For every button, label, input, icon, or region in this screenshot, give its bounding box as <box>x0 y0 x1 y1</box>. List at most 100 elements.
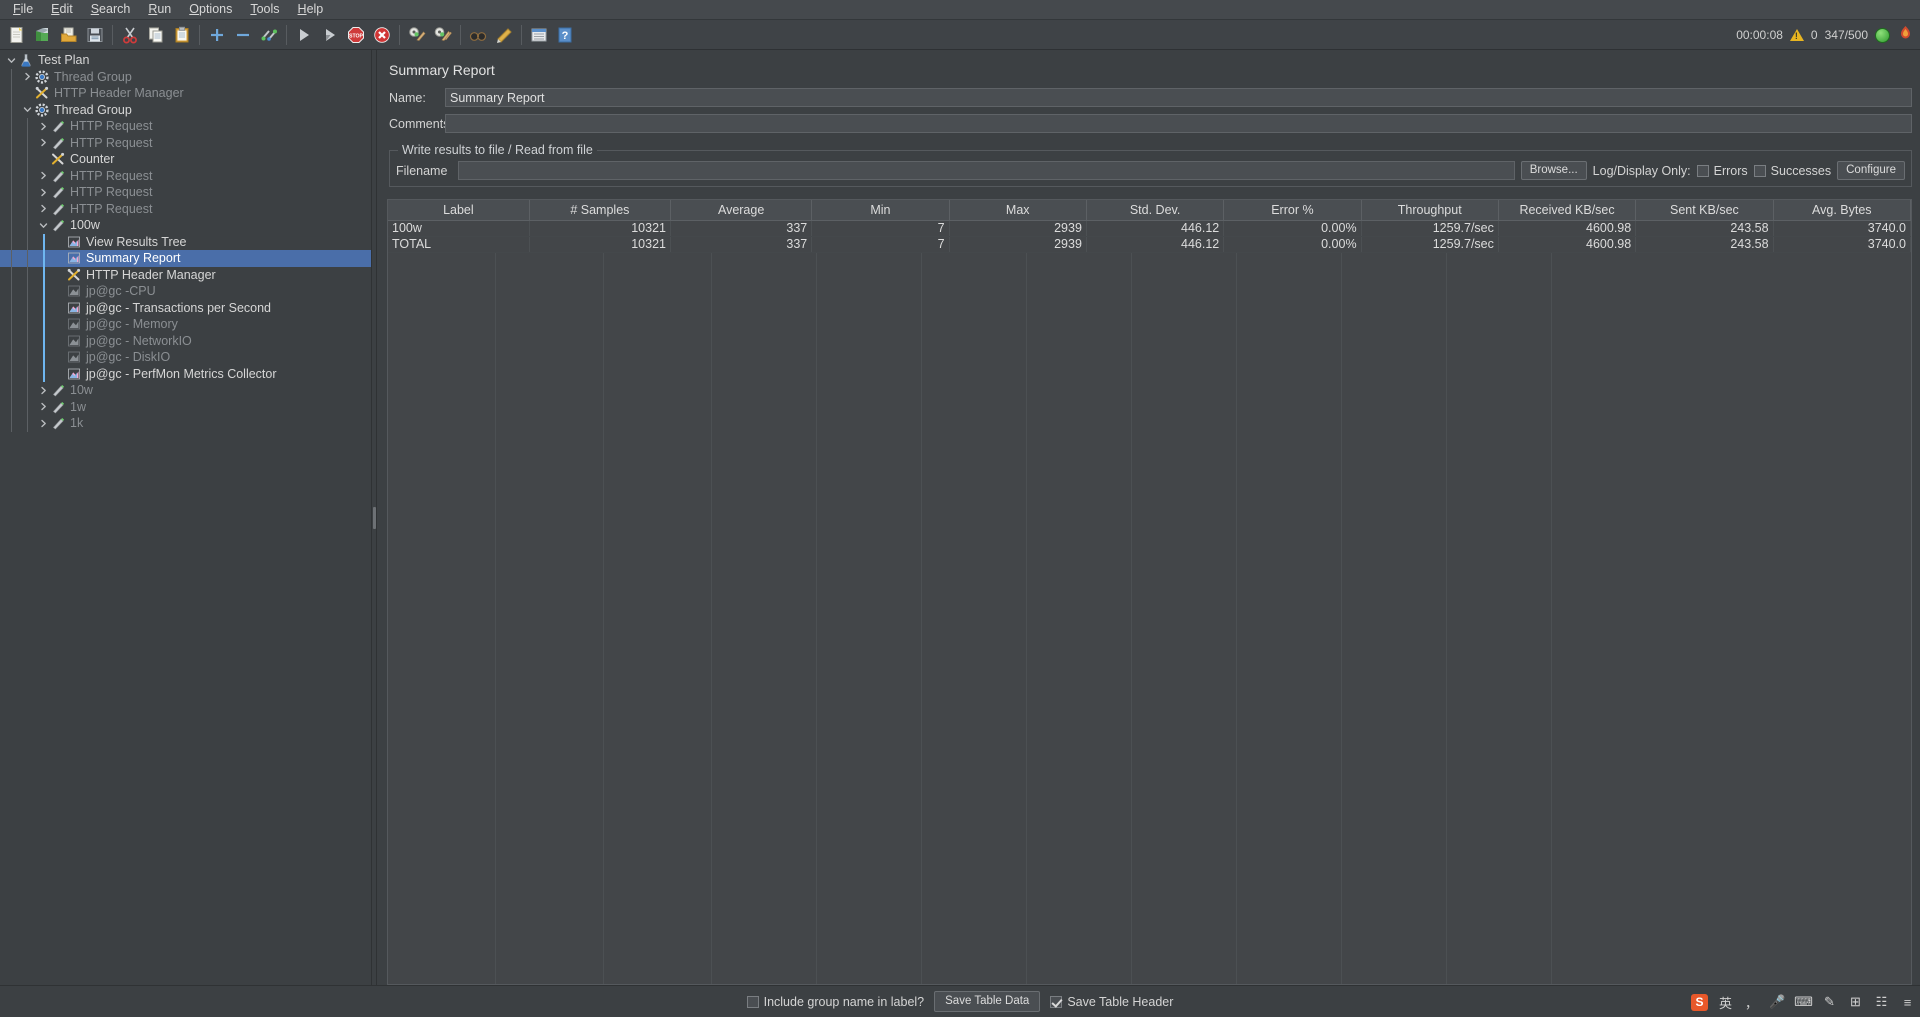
chevron-right-icon[interactable] <box>36 202 50 216</box>
copy-icon[interactable] <box>143 22 169 48</box>
tree-node-1w[interactable]: 1w <box>0 399 371 416</box>
summary-table[interactable]: Label # Samples Average Min Max Std. Dev. Erro… <box>388 200 1911 253</box>
column-header-avg-bytes[interactable]: Avg. Bytes <box>1773 200 1911 221</box>
menu-item-help[interactable]: Help <box>289 0 333 19</box>
table-cell[interactable]: 1259.7/sec <box>1361 236 1499 253</box>
new-icon[interactable] <box>4 22 30 48</box>
test-plan-tree[interactable]: Test Plan Thread Group HTTP Header Manager… <box>0 50 372 985</box>
table-cell[interactable]: 2939 <box>949 220 1087 237</box>
table-cell[interactable]: TOTAL <box>388 236 530 253</box>
tree-node-http-request[interactable]: HTTP Request <box>0 201 371 218</box>
language-chinese-icon[interactable]: 英 <box>1717 994 1734 1011</box>
pencil-icon[interactable]: ✎ <box>1821 994 1838 1011</box>
tree-node-thread-group[interactable]: Thread Group <box>0 69 371 86</box>
browse-button[interactable]: Browse... <box>1520 161 1587 180</box>
templates-icon[interactable] <box>30 22 56 48</box>
table-cell[interactable]: 243.58 <box>1635 220 1774 237</box>
clear-icon[interactable] <box>404 22 430 48</box>
collapse-all-icon[interactable] <box>230 22 256 48</box>
filename-input[interactable] <box>458 161 1515 180</box>
table-cell[interactable]: 7 <box>811 236 950 253</box>
warning-icon[interactable] <box>1789 29 1804 41</box>
search-icon[interactable] <box>465 22 491 48</box>
chevron-right-icon[interactable] <box>36 185 50 199</box>
column-header-samples[interactable]: # Samples <box>529 200 672 221</box>
clear-all-icon[interactable] <box>430 22 456 48</box>
table-cell[interactable]: 0.00% <box>1223 220 1362 237</box>
tree-node-http-request[interactable]: HTTP Request <box>0 184 371 201</box>
chevron-right-icon[interactable] <box>36 383 50 397</box>
tree-node-view-results-tree[interactable]: View Results Tree <box>0 234 371 251</box>
split-grip[interactable] <box>372 506 376 529</box>
chevron-right-icon[interactable] <box>36 119 50 133</box>
table-cell[interactable]: 446.12 <box>1086 236 1225 253</box>
paste-icon[interactable] <box>169 22 195 48</box>
chevron-down-icon[interactable] <box>4 53 18 67</box>
chevron-down-icon[interactable] <box>36 218 50 232</box>
sogou-ime-icon[interactable]: S <box>1691 993 1708 1011</box>
table-cell[interactable]: 446.12 <box>1086 220 1225 237</box>
keyboard-icon[interactable]: ⌨ <box>1794 994 1813 1011</box>
save-icon[interactable] <box>82 22 108 48</box>
table-cell[interactable]: 10321 <box>529 220 672 237</box>
tree-node-jp-gc-diskio[interactable]: jp@gc - DiskIO <box>0 349 371 366</box>
shutdown-icon[interactable] <box>369 22 395 48</box>
table-cell[interactable]: 4600.98 <box>1498 220 1637 237</box>
apps-icon[interactable]: ☷ <box>1873 994 1890 1011</box>
tree-node-summary-report[interactable]: Summary Report <box>0 250 371 267</box>
tree-node-10w[interactable]: 10w <box>0 382 371 399</box>
table-cell[interactable]: 100w <box>388 220 530 237</box>
table-body[interactable]: 100w 10321 337 7 2939 446.12 0.00% 1259.7/sec 46… <box>388 220 1911 253</box>
microphone-icon[interactable]: 🎤 <box>1769 994 1786 1011</box>
punctuation-icon[interactable]: ， <box>1743 994 1760 1011</box>
table-cell[interactable]: 10321 <box>529 236 672 253</box>
menu-item-file[interactable]: File <box>4 0 42 19</box>
column-header-min[interactable]: Min <box>811 200 950 221</box>
tree-node-jp-gc-transactions-per-second[interactable]: jp@gc - Transactions per Second <box>0 300 371 317</box>
tree-node-counter[interactable]: Counter <box>0 151 371 168</box>
save-table-header-checkbox[interactable] <box>1050 995 1063 1008</box>
menu-icon[interactable]: ≡ <box>1899 994 1916 1011</box>
table-row[interactable]: TOTAL 10321 337 7 2939 446.12 0.00% 1259.7/sec 4… <box>388 236 1911 253</box>
chevron-right-icon[interactable] <box>36 136 50 150</box>
stop-icon[interactable]: STOP <box>343 22 369 48</box>
chevron-right-icon[interactable] <box>36 169 50 183</box>
successes-checkbox-wrap[interactable]: Successes <box>1753 164 1831 178</box>
table-cell[interactable]: 1259.7/sec <box>1361 220 1499 237</box>
tree-node-http-request[interactable]: HTTP Request <box>0 168 371 185</box>
column-header-label[interactable]: Label <box>388 200 530 221</box>
tree-node-thread-group[interactable]: Thread Group <box>0 102 371 119</box>
help-icon[interactable]: ? <box>552 22 578 48</box>
table-cell[interactable]: 3740.0 <box>1773 220 1911 237</box>
menu-item-run[interactable]: Run <box>139 0 180 19</box>
errors-checkbox-wrap[interactable]: Errors <box>1696 164 1748 178</box>
name-input[interactable] <box>445 88 1912 107</box>
table-cell[interactable]: 3740.0 <box>1773 236 1911 253</box>
menu-item-options[interactable]: Options <box>180 0 241 19</box>
tree-node-jp-gc-perfmon-metrics-collector[interactable]: jp@gc - PerfMon Metrics Collector <box>0 366 371 383</box>
tree-node-http-request[interactable]: HTTP Request <box>0 135 371 152</box>
start-icon[interactable] <box>291 22 317 48</box>
chevron-right-icon[interactable] <box>36 416 50 430</box>
tree-node-test-plan[interactable]: Test Plan <box>0 52 371 69</box>
expand-all-icon[interactable] <box>204 22 230 48</box>
tree-node-http-header-manager[interactable]: HTTP Header Manager <box>0 85 371 102</box>
errors-checkbox[interactable] <box>1696 164 1709 177</box>
tree-node-http-request[interactable]: HTTP Request <box>0 118 371 135</box>
tree-node-jp-gc-cpu[interactable]: jp@gc -CPU <box>0 283 371 300</box>
toolbox-icon[interactable]: ⊞ <box>1847 994 1864 1011</box>
open-icon[interactable] <box>56 22 82 48</box>
tree-node-jp-gc-memory[interactable]: jp@gc - Memory <box>0 316 371 333</box>
reset-search-icon[interactable] <box>491 22 517 48</box>
table-cell[interactable]: 4600.98 <box>1498 236 1637 253</box>
summary-table-wrap[interactable]: Label # Samples Average Min Max Std. Dev. Erro… <box>387 199 1912 985</box>
table-cell[interactable]: 0.00% <box>1223 236 1362 253</box>
column-header-std-dev[interactable]: Std. Dev. <box>1086 200 1225 221</box>
column-header-max[interactable]: Max <box>949 200 1087 221</box>
tree-node-100w[interactable]: 100w <box>0 217 371 234</box>
table-cell[interactable]: 337 <box>670 236 813 253</box>
chevron-right-icon[interactable] <box>20 70 34 84</box>
table-cell[interactable]: 243.58 <box>1635 236 1774 253</box>
toggle-icon[interactable] <box>256 22 282 48</box>
column-header-average[interactable]: Average <box>670 200 813 221</box>
